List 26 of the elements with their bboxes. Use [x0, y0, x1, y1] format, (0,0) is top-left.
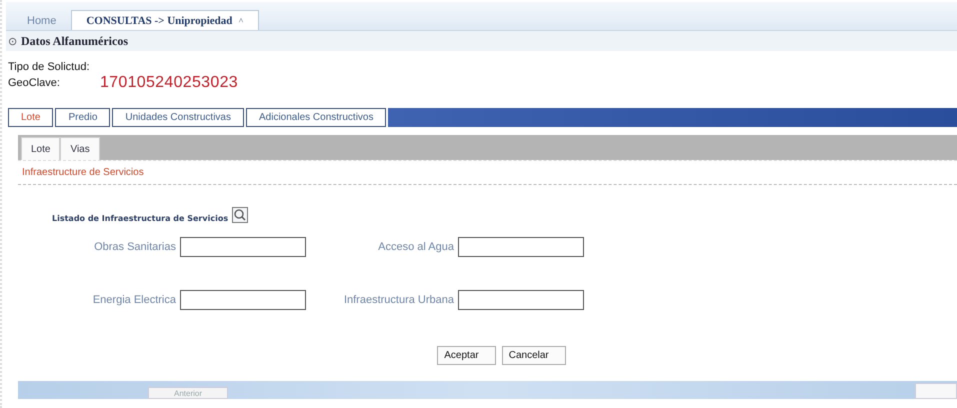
close-glyph[interactable]: ^	[238, 16, 244, 26]
header-tab[interactable]: CONSULTAS -> Unipropiedad ^	[71, 10, 259, 30]
collapse-toggle[interactable]: ⊙	[8, 34, 17, 48]
dialog-button[interactable]: Aceptar	[437, 346, 496, 365]
subtab[interactable]: Lote	[21, 137, 60, 160]
subtab[interactable]: Vias	[60, 137, 100, 160]
search-icon[interactable]	[232, 207, 248, 223]
field-label: Acceso al Agua	[378, 241, 454, 253]
input-field[interactable]	[458, 290, 584, 310]
field-label: Obras Sanitarias	[94, 241, 176, 253]
input-field[interactable]	[180, 237, 306, 257]
field-label: Infraestructura Urbana	[344, 294, 454, 306]
list-heading: Listado de Infraestructura de Servicios	[52, 214, 228, 223]
section-title: Datos Alfanuméricos	[21, 34, 128, 48]
input-field[interactable]	[180, 290, 306, 310]
field-label: Energia Electrica	[92, 294, 176, 306]
dialog-button[interactable]: Cancelar	[502, 346, 566, 365]
geoclave-value: 170105240253023	[100, 74, 238, 92]
tab[interactable]: Predio	[55, 108, 110, 127]
request-type-label: Tipo de Solictud:	[8, 61, 91, 73]
tab[interactable]: Lote	[8, 108, 54, 127]
tab[interactable]: Adicionales Constructivos	[246, 108, 386, 127]
panel-title: Infraestructure de Servicios	[18, 160, 957, 185]
geoclave-label: GeoClave:	[8, 77, 60, 89]
input-field[interactable]	[458, 237, 584, 257]
tab[interactable]: Unidades Constructivas	[112, 108, 244, 127]
